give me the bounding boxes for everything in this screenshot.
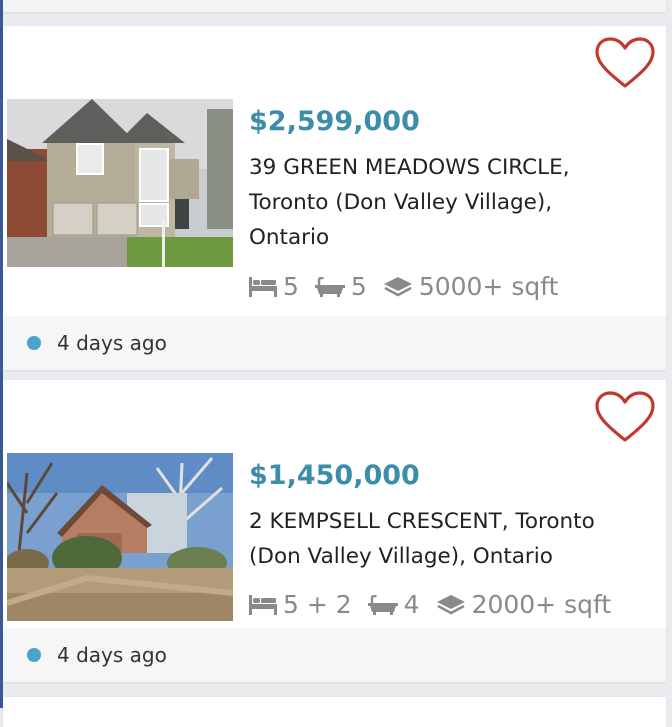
favorite-heart-icon[interactable] bbox=[594, 390, 656, 444]
beds-count: 5 bbox=[283, 272, 299, 301]
listing-footer: 4 days ago bbox=[3, 316, 666, 370]
area-feature: 5000+ sqft bbox=[383, 272, 559, 301]
listing-address[interactable]: 39 GREEN MEADOWS CIRCLE, Toronto (Don Va… bbox=[249, 150, 639, 255]
listing-photo[interactable] bbox=[7, 99, 233, 267]
status-dot-icon bbox=[27, 336, 41, 350]
listing-photo[interactable] bbox=[7, 453, 233, 621]
posted-time: 4 days ago bbox=[57, 643, 167, 667]
listing-footer: 4 days ago bbox=[3, 628, 666, 682]
favorite-heart-icon[interactable] bbox=[594, 36, 656, 90]
listing-card[interactable]: $2,599,000 39 GREEN MEADOWS CIRCLE, Toro… bbox=[3, 26, 666, 370]
listing-address[interactable]: 2 KEMPSELL CRESCENT, Toronto (Don Valley… bbox=[249, 504, 639, 574]
layers-icon bbox=[436, 594, 465, 614]
listing-price[interactable]: $2,599,000 bbox=[249, 106, 420, 137]
baths-feature: 4 bbox=[367, 590, 420, 619]
bathtub-icon bbox=[314, 276, 345, 297]
area-value: 5000+ sqft bbox=[418, 272, 559, 301]
bathtub-icon bbox=[367, 594, 398, 615]
baths-count: 4 bbox=[403, 590, 420, 619]
status-dot-icon bbox=[27, 648, 41, 662]
area-feature: 2000+ sqft bbox=[436, 590, 612, 619]
beds-count: 5 + 2 bbox=[283, 590, 352, 619]
next-listing-card-edge bbox=[3, 697, 666, 727]
bed-icon bbox=[249, 276, 277, 297]
listing-features: 5 5 5000+ sqft bbox=[249, 272, 574, 301]
baths-count: 5 bbox=[350, 272, 367, 301]
beds-feature: 5 + 2 bbox=[249, 590, 352, 619]
previous-listing-card-edge bbox=[3, 0, 666, 12]
house-photo-image bbox=[7, 453, 233, 621]
left-edge-rule bbox=[0, 0, 3, 708]
bed-icon bbox=[249, 594, 277, 615]
baths-feature: 5 bbox=[314, 272, 367, 301]
posted-time: 4 days ago bbox=[57, 331, 167, 355]
layers-icon bbox=[383, 276, 412, 296]
beds-feature: 5 bbox=[249, 272, 299, 301]
house-photo-image bbox=[7, 99, 233, 267]
area-value: 2000+ sqft bbox=[471, 590, 612, 619]
listing-card[interactable]: $1,450,000 2 KEMPSELL CRESCENT, Toronto … bbox=[3, 380, 666, 682]
listing-price[interactable]: $1,450,000 bbox=[249, 460, 420, 491]
listing-features: 5 + 2 4 2000+ sqft bbox=[249, 590, 627, 619]
